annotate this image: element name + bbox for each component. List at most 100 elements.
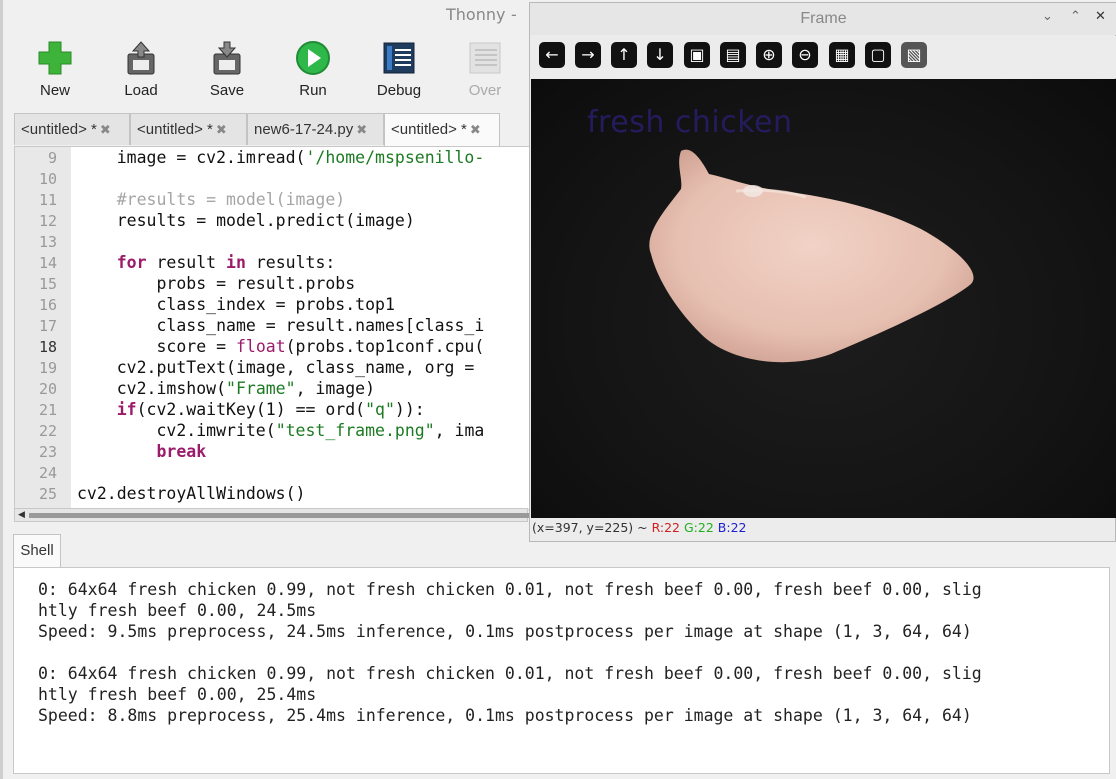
pan-left-icon[interactable]: ← [539, 42, 565, 68]
line-number: 14 [38, 254, 57, 272]
line-number: 25 [38, 485, 57, 503]
zoom-fit-icon[interactable]: ▣ [684, 42, 710, 68]
close-icon[interactable]: ✖ [216, 122, 227, 137]
save-image-icon[interactable]: ▦ [829, 42, 855, 68]
window-edge [0, 0, 3, 779]
save-icon [213, 41, 241, 75]
cursor-coords: (x=397, y=225) ~ [532, 520, 652, 535]
shell-line: Speed: 8.8ms preprocess, 25.4ms inferenc… [38, 706, 972, 725]
zoom-out-icon[interactable]: ⊖ [792, 42, 818, 68]
step-over-icon [469, 42, 501, 74]
tab-label: <untitled> * [137, 121, 213, 138]
shell-line: htly fresh beef 0.00, 25.4ms [38, 685, 317, 704]
new-icon [38, 41, 72, 75]
shell-line: 0: 64x64 fresh chicken 0.99, not fresh c… [38, 580, 982, 599]
line-number: 22 [38, 422, 57, 440]
step-over-label: Over [468, 82, 502, 99]
line-number: 19 [38, 359, 57, 377]
scroll-left-icon[interactable]: ◀ [18, 510, 25, 520]
camera-frame-image[interactable]: fresh chicken [531, 79, 1116, 518]
zoom-in-icon[interactable]: ⊕ [756, 42, 782, 68]
shell-output[interactable]: 0: 64x64 fresh chicken 0.99, not fresh c… [13, 567, 1110, 774]
code-line: #results = model(image) [77, 190, 346, 209]
debug-label: Debug [376, 82, 422, 99]
load-icon [127, 41, 155, 75]
code-line: if(cv2.waitKey(1) == ord("q")): [116, 400, 425, 419]
tab-label: <untitled> * [21, 121, 97, 138]
load-label: Load [124, 82, 158, 99]
maximize-icon[interactable]: ⌃ [1070, 9, 1081, 24]
debug-icon [383, 42, 415, 74]
code-line: score = float(probs.top1conf.cpu( [77, 337, 485, 356]
debug-button[interactable]: Debug [364, 36, 434, 102]
code-line: probs = result.probs [77, 274, 356, 293]
line-number: 9 [47, 149, 57, 167]
editor-tabbar: <untitled> * ✖ <untitled> * ✖ new6-17-24.p… [14, 113, 534, 147]
tab-untitled-1[interactable]: <untitled> * ✖ [14, 113, 130, 145]
code-line: break [156, 442, 207, 461]
frame-window: Frame ⌄ ⌃ ✕ ← → ↑ ↓ ▣ ▤ ⊕ ⊖ ▦ ▢ ▧ fresh … [529, 2, 1116, 542]
code-line: cv2.imwrite("test_frame.png", ima [77, 421, 485, 440]
code-line: for result in results: [116, 253, 336, 272]
tab-new6-17-24[interactable]: new6-17-24.py ✖ [247, 113, 384, 145]
code-line: image = cv2.imread('/home/mspsenillo- [77, 148, 485, 167]
save-button[interactable]: Save [192, 36, 262, 102]
pan-up-icon[interactable]: ↑ [611, 42, 637, 68]
line-number: 11 [38, 191, 57, 209]
line-number-gutter: 9 10 11 12 13 14 15 16 17 18 19 20 21 22… [15, 147, 71, 509]
minimize-icon[interactable]: ⌄ [1042, 9, 1053, 24]
red-value: R:22 [651, 520, 681, 535]
window-title-separator: - [511, 5, 517, 24]
code-editor[interactable]: 9 10 11 12 13 14 15 16 17 18 19 20 21 22… [14, 146, 530, 510]
blue-value: B:22 [717, 520, 747, 535]
close-icon[interactable]: ✕ [1095, 9, 1106, 24]
prediction-overlay-text: fresh chicken [587, 105, 793, 140]
code-line: class_index = probs.top1 [77, 295, 395, 314]
new-label: New [39, 82, 70, 99]
line-number: 15 [38, 275, 57, 293]
save-label: Save [209, 82, 245, 99]
run-label: Run [299, 82, 327, 99]
close-icon[interactable]: ✖ [470, 122, 481, 137]
code-line: cv2.imshow("Frame", image) [77, 379, 376, 398]
tab-untitled-2[interactable]: <untitled> * ✖ [130, 113, 247, 145]
line-number: 10 [38, 170, 57, 188]
pixel-status-bar: (x=397, y=225) ~ R:22 G:22 B:22 [532, 520, 747, 535]
frame-title: Frame [800, 10, 847, 27]
zoom-original-icon[interactable]: ▤ [720, 42, 746, 68]
code-line: results = model.predict(image) [77, 211, 415, 230]
window-title: Thonny [446, 5, 506, 24]
editor-horizontal-scrollbar[interactable]: ◀ [14, 508, 529, 522]
close-icon[interactable]: ✖ [100, 122, 111, 137]
code-line: cv2.putText(image, class_name, org = [77, 358, 485, 377]
line-number: 17 [38, 317, 57, 335]
chicken-breast-image [649, 149, 974, 363]
line-number: 24 [38, 464, 57, 482]
tab-label: <untitled> * [391, 121, 467, 138]
frame-titlebar[interactable]: Frame ⌄ ⌃ ✕ [530, 3, 1116, 35]
shell-line: Speed: 9.5ms preprocess, 24.5ms inferenc… [38, 622, 972, 641]
new-button[interactable]: New [20, 36, 90, 102]
frame-toolbar: ← → ↑ ↓ ▣ ▤ ⊕ ⊖ ▦ ▢ ▧ [530, 36, 1116, 78]
line-number: 13 [38, 233, 57, 251]
code-line: cv2.destroyAllWindows() [77, 484, 306, 503]
green-value: G:22 [684, 520, 714, 535]
line-number-current: 18 [38, 338, 57, 356]
line-number: 12 [38, 212, 57, 230]
line-number: 16 [38, 296, 57, 314]
close-icon[interactable]: ✖ [356, 122, 367, 137]
line-number: 23 [38, 443, 57, 461]
code-line: class_name = result.names[class_i [77, 316, 485, 335]
pan-down-icon[interactable]: ↓ [647, 42, 673, 68]
tab-shell[interactable]: Shell [13, 534, 61, 568]
line-number: 21 [38, 401, 57, 419]
properties-icon[interactable]: ▧ [901, 42, 927, 68]
step-over-button[interactable]: Over [450, 36, 520, 102]
tab-untitled-active[interactable]: <untitled> * ✖ [384, 113, 500, 147]
run-button[interactable]: Run [278, 36, 348, 102]
copy-clipboard-icon[interactable]: ▢ [865, 42, 891, 68]
load-button[interactable]: Load [106, 36, 176, 102]
pan-right-icon[interactable]: → [575, 42, 601, 68]
shell-line: 0: 64x64 fresh chicken 0.99, not fresh c… [38, 664, 982, 683]
scrollbar-thumb[interactable] [29, 513, 529, 518]
